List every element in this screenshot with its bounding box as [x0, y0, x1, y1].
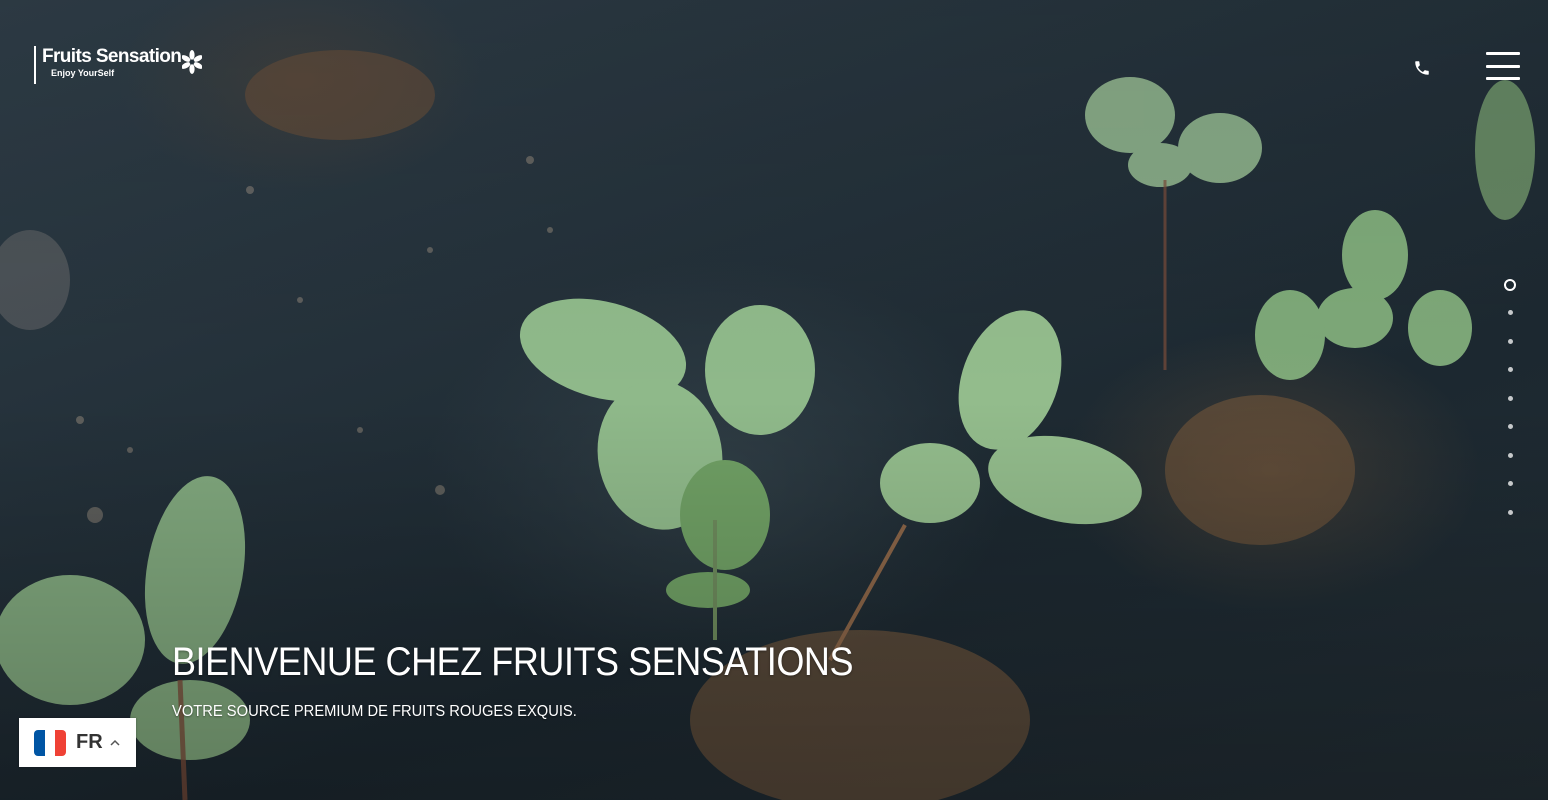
slide-dot-8[interactable] [1507, 481, 1513, 486]
logo-name: Fruits Sensation [42, 46, 182, 67]
slide-dot-7[interactable] [1507, 452, 1513, 458]
phone-button[interactable] [1410, 56, 1434, 80]
phone-icon [1415, 61, 1429, 75]
france-flag-icon [34, 729, 66, 756]
logo-tagline: Enjoy YourSelf [51, 68, 115, 78]
logo-divider [34, 46, 36, 84]
slide-dot-3[interactable] [1507, 338, 1513, 344]
slide-dot-6[interactable] [1507, 424, 1513, 429]
site-logo[interactable]: Fruits Sensation Enjoy YourSelf [34, 46, 203, 84]
slide-dot-4[interactable] [1507, 367, 1513, 372]
hero-section: Fruits Sensation Enjoy YourSelf BIENVENU… [0, 0, 1548, 800]
hamburger-menu-button[interactable] [1486, 52, 1520, 80]
language-code: FR [76, 731, 103, 753]
hero-subtitle: VOTRE SOURCE PREMIUM DE FRUITS ROUGES EX… [172, 703, 577, 720]
slide-dot-9[interactable] [1507, 509, 1513, 515]
hero-title: BIENVENUE CHEZ FRUITS SENSATIONS [172, 640, 854, 684]
slide-dot-5[interactable] [1507, 395, 1513, 401]
menu-line [1486, 52, 1520, 55]
slide-dot-1[interactable] [1504, 279, 1516, 291]
language-switcher[interactable]: FR [19, 718, 136, 767]
chevron-up-icon [110, 739, 120, 746]
menu-line [1486, 64, 1520, 68]
flower-icon [182, 50, 203, 74]
slide-dot-2[interactable] [1507, 310, 1513, 315]
menu-line [1486, 77, 1520, 80]
slider-dots [1503, 279, 1517, 538]
